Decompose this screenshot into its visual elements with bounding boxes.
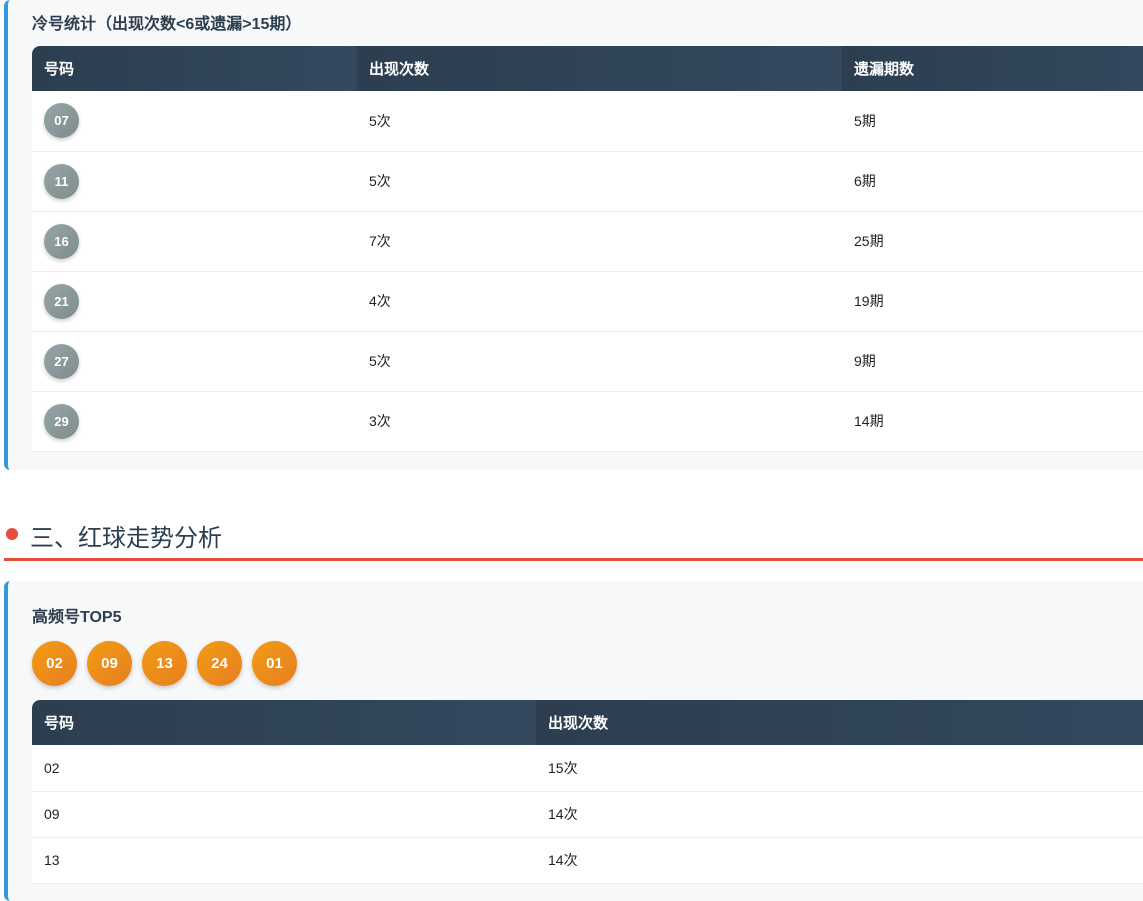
missing-cell: 5期	[842, 91, 1143, 152]
header-number: 号码	[32, 700, 536, 745]
number-cell: 07	[32, 91, 357, 152]
count-cell: 7次	[357, 211, 842, 272]
number-cell: 29	[32, 391, 357, 452]
cold-numbers-card: 冷号统计（出现次数<6或遗漏>15期） 号码 出现次数 遗漏期数 07 5次 5期 1…	[4, 0, 1143, 470]
missing-cell: 6期	[842, 151, 1143, 212]
hot-ball: 02	[32, 641, 77, 686]
table-row: 02 15次	[32, 745, 1143, 792]
table-row: 11 5次 6期	[32, 151, 1143, 212]
hot-ball: 01	[252, 641, 297, 686]
missing-cell: 25期	[842, 211, 1143, 272]
number-cell: 27	[32, 331, 357, 392]
count-cell: 3次	[357, 391, 842, 452]
count-cell: 15次	[536, 745, 1143, 792]
missing-cell: 9期	[842, 331, 1143, 392]
number-cell: 02	[32, 745, 536, 792]
table-row: 16 7次 25期	[32, 211, 1143, 272]
number-cell: 09	[32, 791, 536, 838]
header-count: 出现次数	[357, 46, 842, 91]
table-row: 07 5次 5期	[32, 91, 1143, 152]
header-number: 号码	[32, 46, 357, 91]
table-row: 21 4次 19期	[32, 271, 1143, 332]
number-cell: 13	[32, 837, 536, 884]
hot-balls: 02 09 13 24 01	[32, 641, 307, 686]
count-cell: 5次	[357, 151, 842, 212]
hot-numbers-card: 高频号TOP5 02 09 13 24 01 号码 出现次数 02 15次 09 14次 13 1…	[4, 581, 1143, 901]
cold-numbers-table: 号码 出现次数 遗漏期数 07 5次 5期 11 5次 6期 16 7次 25期 21 4次 19期 2…	[32, 46, 1143, 452]
header-missing: 遗漏期数	[842, 46, 1143, 91]
table-row: 09 14次	[32, 791, 1143, 838]
hot-numbers-table: 号码 出现次数 02 15次 09 14次 13 14次	[32, 700, 1143, 884]
count-cell: 14次	[536, 791, 1143, 838]
hot-ball: 13	[142, 641, 187, 686]
count-cell: 4次	[357, 271, 842, 332]
number-ball: 29	[44, 403, 79, 439]
missing-cell: 14期	[842, 391, 1143, 452]
missing-cell: 19期	[842, 271, 1143, 332]
number-cell: 16	[32, 211, 357, 272]
count-cell: 5次	[357, 91, 842, 152]
number-ball: 07	[44, 103, 79, 139]
hot-numbers-title: 高频号TOP5	[32, 609, 122, 626]
count-cell: 5次	[357, 331, 842, 392]
number-ball: 27	[44, 343, 79, 379]
number-ball: 16	[44, 223, 79, 259]
section-title: 三、红球走势分析	[30, 525, 222, 552]
count-cell: 14次	[536, 837, 1143, 884]
table-row: 27 5次 9期	[32, 331, 1143, 392]
section-heading: 三、红球走势分析	[4, 512, 1143, 561]
cold-numbers-title: 冷号统计（出现次数<6或遗漏>15期）	[32, 16, 302, 33]
number-cell: 11	[32, 151, 357, 212]
number-ball: 21	[44, 283, 79, 319]
hot-ball: 09	[87, 641, 132, 686]
header-count: 出现次数	[536, 700, 1143, 745]
hot-ball: 24	[197, 641, 242, 686]
number-ball: 11	[44, 163, 79, 199]
table-row: 13 14次	[32, 837, 1143, 884]
bullet-icon	[6, 528, 18, 540]
number-cell: 21	[32, 271, 357, 332]
table-row: 29 3次 14期	[32, 391, 1143, 452]
